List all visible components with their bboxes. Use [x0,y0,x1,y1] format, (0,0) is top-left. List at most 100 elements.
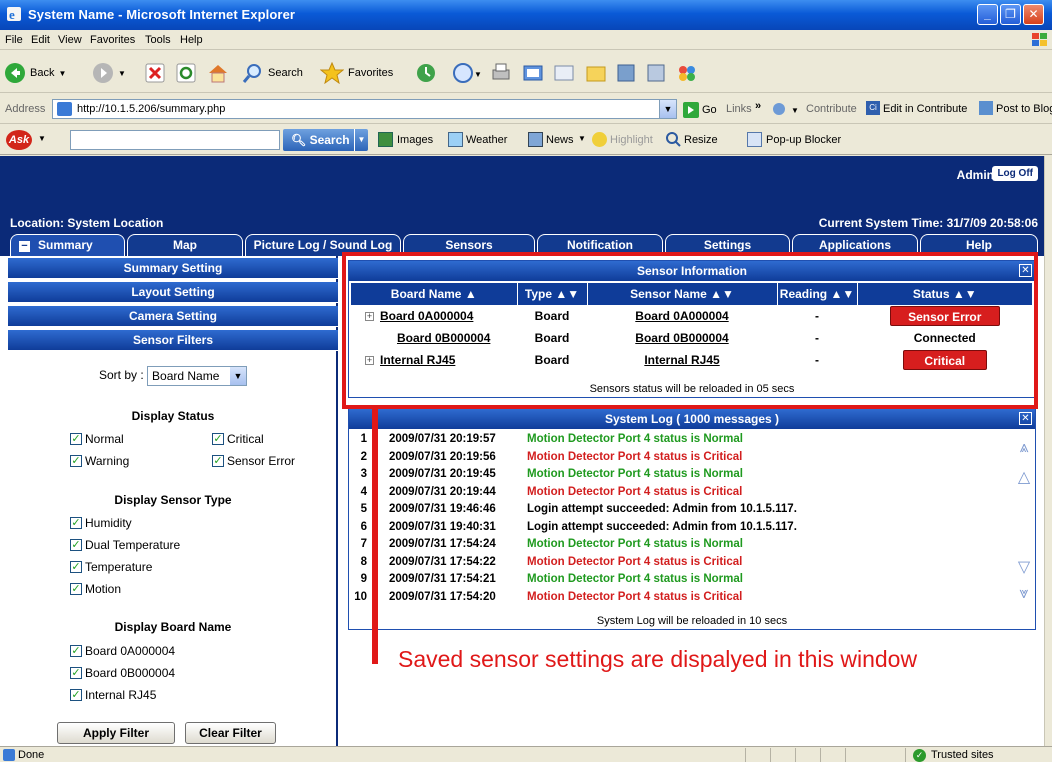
blog-icon [979,101,993,115]
log-time: 2009/07/31 19:40:31 [389,520,496,533]
type-dual-temperature-checkbox[interactable]: ✓ Dual Temperature [70,538,180,552]
type-motion-checkbox[interactable]: ✓ Motion [70,582,121,596]
log-message: Motion Detector Port 4 status is Critica… [527,450,743,463]
status-text: Done [18,749,45,761]
status-warning-checkbox[interactable]: ✓ Warning [70,454,129,468]
highlight-box [342,252,1038,409]
research-icon[interactable] [645,62,667,84]
menu-tools[interactable]: Tools [145,34,171,46]
minimize-button[interactable]: _ [977,4,998,25]
scroll-down-icon[interactable]: ▽ [1015,557,1033,577]
log-index: 9 [360,573,367,585]
ask-images[interactable]: Images [397,134,433,146]
discuss-icon[interactable] [553,62,575,84]
page-icon [57,102,72,116]
folder-icon[interactable] [585,62,607,84]
refresh-icon[interactable] [176,63,196,83]
sort-select[interactable]: Board Name ▼ [147,366,248,386]
ask-search-dropdown-icon[interactable]: ▼ [354,129,368,151]
system-log-title: System Log ( 1000 messages ) [349,409,1035,429]
ask-highlight[interactable]: Highlight [610,134,653,146]
summary-setting-header[interactable]: Summary Setting [8,258,338,279]
status-sensor-error-checkbox[interactable]: ✓ Sensor Error [212,454,295,468]
checkbox-checked-icon: ✓ [70,561,82,573]
user-name: Admin [956,168,994,182]
log-index: 5 [360,503,367,515]
back-label: Back [30,67,55,79]
mail-icon[interactable]: ▼ [452,62,482,84]
address-input[interactable]: http://10.1.5.206/summary.php ▼ [52,99,677,119]
edit-icon[interactable] [522,62,544,84]
log-message: Motion Detector Port 4 status is Critica… [527,485,743,498]
checkbox-checked-icon: ✓ [70,517,82,529]
window-title: System Name - Microsoft Internet Explore… [28,7,296,22]
contribute-link[interactable]: Contribute [806,103,857,115]
ask-resize[interactable]: Resize [684,134,718,146]
post-to-blog-link[interactable]: Post to Blog [996,103,1052,115]
go-button[interactable]: Go [683,102,717,118]
scroll-up-icon[interactable]: △ [1015,467,1033,487]
msn-butterfly-icon[interactable] [676,62,698,84]
menu-file[interactable]: File [5,34,23,46]
back-button[interactable]: Back ▼ [4,62,66,84]
sort-label: Sort by : [98,368,144,383]
stop-icon[interactable] [145,63,165,83]
log-time: 2009/07/31 19:46:46 [389,503,496,515]
sensor-filters-header[interactable]: Sensor Filters [8,330,338,351]
menu-help[interactable]: Help [180,34,203,46]
callout-line [372,408,378,664]
log-message: Login attempt succeeded: Admin from 10.1… [527,503,797,515]
status-normal-checkbox[interactable]: ✓ Normal [70,432,124,446]
menu-view[interactable]: View [58,34,82,46]
ask-search-input[interactable] [70,130,280,150]
messenger-icon[interactable] [615,62,637,84]
tab-summary[interactable]: − Summary [10,234,125,256]
status-divider [745,748,746,762]
ask-weather[interactable]: Weather [466,134,507,146]
tab-map[interactable]: Map [127,234,243,256]
menu-edit[interactable]: Edit [31,34,50,46]
ask-popup-blocker[interactable]: Pop-up Blocker [766,134,841,146]
search-button[interactable]: Search [242,62,303,84]
edit-in-contribute-link[interactable]: Edit in Contribute [883,103,967,115]
favorites-button[interactable]: Favorites [320,62,393,84]
ask-logo[interactable]: Ask [6,130,32,150]
clear-filter-button[interactable]: Clear Filter [185,722,276,744]
links-label[interactable]: Links [726,103,752,115]
ask-dropdown-icon[interactable]: ▼ [38,134,46,143]
board-0a000004-label: Board 0A000004 [85,644,176,658]
address-dropdown-icon[interactable]: ▼ [659,100,676,118]
ask-search-button[interactable]: 🔍︎ Search ▼ [283,129,368,151]
board-0a000004-checkbox[interactable]: ✓ Board 0A000004 [70,644,175,658]
go-label: Go [702,104,717,116]
type-temperature-checkbox[interactable]: ✓ Temperature [70,560,152,574]
apply-filter-button[interactable]: Apply Filter [57,722,175,744]
logoff-button[interactable]: Log Off [992,166,1038,181]
close-icon[interactable]: ✕ [1019,412,1032,425]
contribute-icon[interactable]: ▼ [771,101,801,117]
checkbox-checked-icon: ✓ [212,455,224,467]
news-dropdown-icon[interactable]: ▼ [578,134,586,143]
forward-button[interactable]: ▼ [92,62,126,84]
ask-news[interactable]: News [546,134,574,146]
page-scrollbar[interactable] [1044,156,1052,746]
maximize-button[interactable]: ❐ [1000,4,1021,25]
camera-setting-header[interactable]: Camera Setting [8,306,338,327]
board-0b000004-checkbox[interactable]: ✓ Board 0B000004 [70,666,175,680]
board-internal-rj45-checkbox[interactable]: ✓ Internal RJ45 [70,688,156,702]
log-message: Motion Detector Port 4 status is Critica… [527,555,743,568]
ask-search-glass-icon: 🔍︎ [291,133,307,147]
scroll-bottom-icon[interactable]: ⩔ [1015,585,1033,603]
links-chevron[interactable]: » [755,100,761,112]
history-icon[interactable] [415,62,437,84]
menu-favorites[interactable]: Favorites [90,34,135,46]
layout-setting-header[interactable]: Layout Setting [8,282,338,303]
scroll-top-icon[interactable]: ⩓ [1015,439,1033,457]
home-icon[interactable] [207,62,229,84]
sidebar: Summary Setting Layout Setting Camera Se… [8,256,338,746]
type-humidity-checkbox[interactable]: ✓ Humidity [70,516,132,530]
close-button[interactable]: ✕ [1023,4,1044,25]
checkbox-checked-icon: ✓ [70,539,82,551]
status-critical-checkbox[interactable]: ✓ Critical [212,432,264,446]
print-icon[interactable] [490,62,512,84]
